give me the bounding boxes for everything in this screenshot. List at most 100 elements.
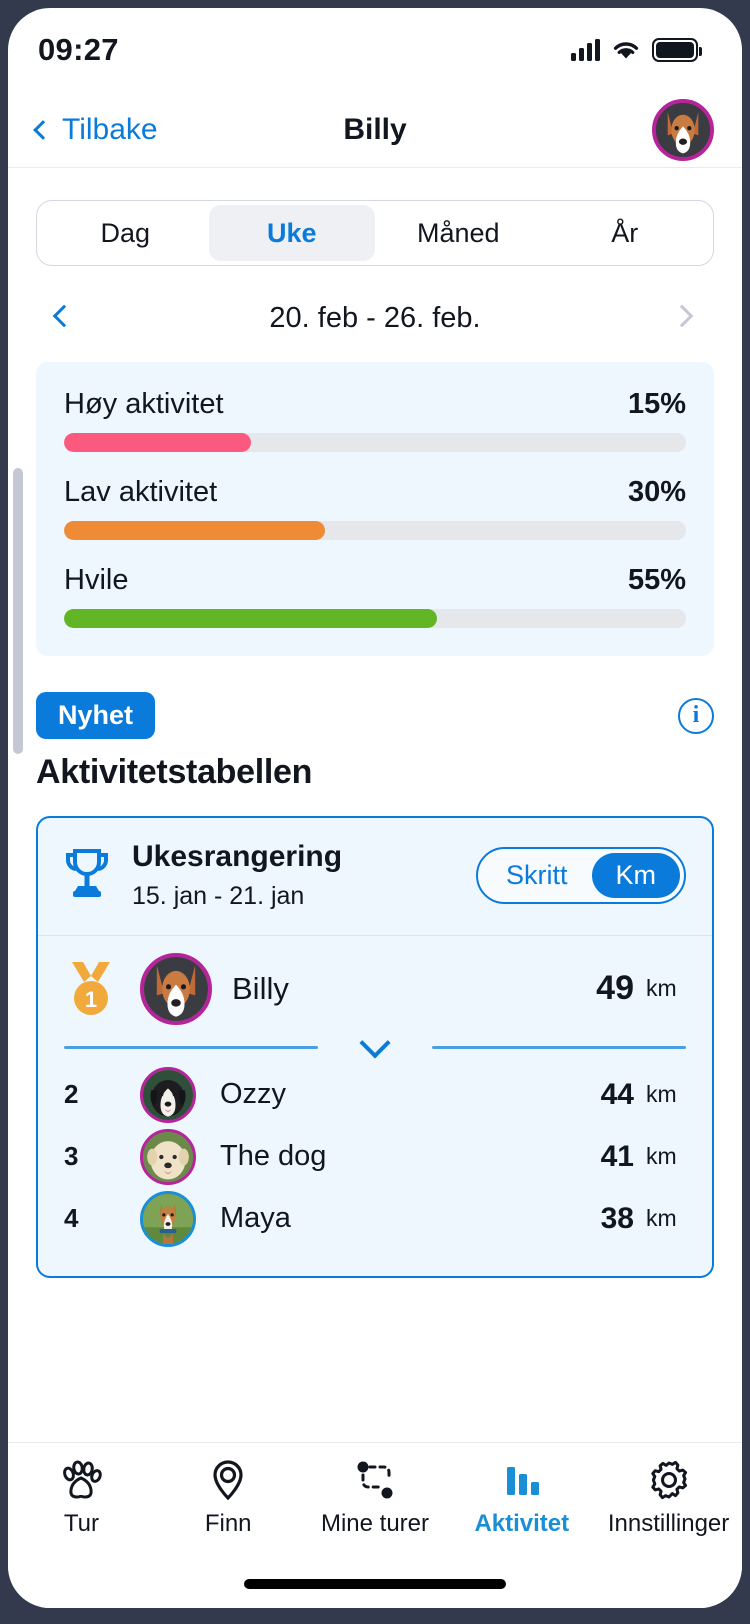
period-tab-ar[interactable]: År [542,205,709,261]
paw-icon [59,1459,103,1501]
cellular-signal-icon [571,39,600,61]
ranking-list: 1 Billy 49 km 2 Ozzy 44 km 3 The dog 41 … [38,936,712,1276]
activity-progress-fill [64,609,438,628]
ranking-unit: km [646,1081,677,1107]
chevron-right-icon [670,304,694,328]
ranking-distance: 44 [600,1077,634,1111]
table-row[interactable]: 4 Maya 38 km [64,1188,686,1250]
avatar [140,952,212,1025]
svg-text:1: 1 [85,987,97,1012]
period-tab-uke[interactable]: Uke [208,205,375,261]
gold-medal-icon: 1 [64,960,140,1018]
prev-period-button[interactable] [52,304,76,328]
activity-progress-fill [64,521,326,540]
activity-progress-track [64,521,686,540]
status-time: 09:27 [38,32,119,67]
table-row[interactable]: 3 The dog 41 km [64,1126,686,1188]
activity-value: 15% [627,388,686,420]
tab-label: Innstillinger [607,1510,730,1537]
tab-finn[interactable]: Finn [155,1459,302,1538]
back-button-label: Tilbake [62,112,158,146]
news-section: Nyhet i Aktivitetstabellen [36,692,714,792]
ranking-position: 4 [64,1203,79,1233]
news-title: Aktivitetstabellen [36,753,313,791]
activity-label: Lav aktivitet [64,476,218,508]
period-segmented-control[interactable]: Dag Uke Måned År [36,200,714,266]
activity-progress-track [64,433,686,452]
ranking-card: Ukesrangering 15. jan - 21. jan Skritt K… [36,816,714,1278]
unit-option-skritt[interactable]: Skritt [482,853,592,898]
ranking-card-header: Ukesrangering 15. jan - 21. jan Skritt K… [38,818,712,936]
chevron-left-icon [52,304,76,328]
divider-line-right [432,1046,686,1049]
activity-label: Hvile [64,564,129,596]
home-indicator[interactable] [244,1579,506,1589]
activity-label: Høy aktivitet [64,388,224,420]
ranking-distance: 49 [596,969,634,1007]
wifi-icon [613,41,639,58]
activity-row-low: Lav aktivitet 30% [64,476,686,540]
tab-label: Tur [63,1510,99,1537]
date-range-label: 20. feb - 26. feb. [269,301,481,334]
gear-icon [648,1459,690,1501]
bar-chart-icon [502,1459,542,1501]
tab-mine-turer[interactable]: Mine turer [302,1459,449,1538]
ranking-unit: km [646,975,677,1001]
date-pager: 20. feb - 26. feb. [52,294,694,342]
status-badge[interactable]: Nyhet [36,692,156,739]
home-indicator-area [8,1560,742,1608]
activity-progress-track [64,609,686,628]
ranking-dog-name: Billy [232,970,289,1006]
ranking-dog-name: The dog [220,1140,327,1172]
tab-innstillinger[interactable]: Innstillinger [595,1459,742,1538]
vertical-scrollbar[interactable] [13,468,23,754]
tab-aktivitet[interactable]: Aktivitet [448,1459,595,1538]
route-icon [354,1459,396,1501]
unit-toggle[interactable]: Skritt Km [475,846,686,904]
tab-label: Finn [204,1510,252,1537]
activity-progress-fill [64,433,251,452]
ranking-distance: 38 [600,1201,634,1235]
ranking-unit: km [646,1205,677,1231]
activity-row-rest: Hvile 55% [64,564,686,628]
ranking-position: 3 [64,1141,79,1171]
ranking-dog-name: Maya [220,1202,291,1234]
activity-value: 30% [627,476,686,508]
tab-label: Mine turer [320,1510,430,1537]
period-tab-dag[interactable]: Dag [42,205,209,261]
ranking-position: 2 [64,1079,79,1109]
tab-tur[interactable]: Tur [8,1459,155,1538]
ranking-dog-name: Ozzy [220,1078,287,1110]
activity-value: 55% [627,564,686,596]
avatar[interactable] [652,98,714,161]
bottom-tab-bar: Tur Finn Mine turer Aktivitet Innstillin… [8,1442,742,1560]
avatar [140,1066,196,1123]
scroll-content: Dag Uke Måned År 20. feb - 26. feb. Høy … [8,168,742,1442]
divider-line-left [64,1046,318,1049]
app-screen: 09:27 Tilbake Billy Dag Uke Måned År 20.… [8,8,742,1608]
trophy-icon [64,847,110,904]
table-row[interactable]: 1 Billy 49 km [64,952,686,1026]
activity-row-high: Høy aktivitet 15% [64,388,686,452]
phone-frame: 09:27 Tilbake Billy Dag Uke Måned År 20.… [0,0,750,1624]
ranking-card-titles: Ukesrangering 15. jan - 21. jan [132,840,454,911]
unit-option-km[interactable]: Km [591,852,680,898]
ranking-unit: km [646,1143,677,1169]
next-period-button[interactable] [670,304,694,328]
ranking-title: Ukesrangering [132,840,343,873]
expand-list-button[interactable] [64,1026,686,1059]
info-circle-icon[interactable]: i [678,697,714,734]
activity-summary-panel: Høy aktivitet 15% Lav aktivitet 30% Hvil… [36,362,714,656]
period-tab-maned[interactable]: Måned [375,205,542,261]
tab-label: Aktivitet [474,1510,570,1537]
status-bar: 09:27 [8,8,742,92]
table-row[interactable]: 2 Ozzy 44 km [64,1064,686,1126]
ranking-distance: 41 [600,1139,634,1173]
back-button[interactable]: Tilbake [33,112,158,147]
nav-header: Tilbake Billy [8,92,742,168]
status-icons [571,38,702,62]
chevron-left-icon [33,119,53,140]
avatar [140,1128,196,1185]
ranking-date-range: 15. jan - 21. jan [132,881,305,910]
battery-full-icon [652,38,702,62]
